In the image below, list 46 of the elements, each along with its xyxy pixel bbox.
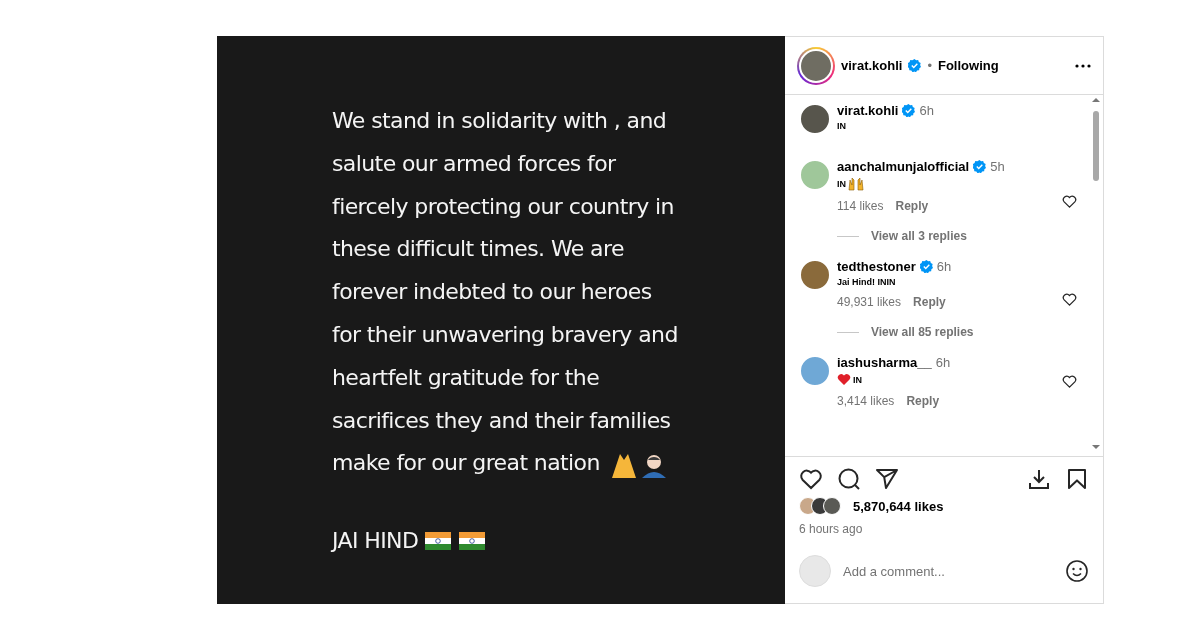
comment-likes[interactable]: 49,931 likes bbox=[837, 295, 902, 309]
comment-username[interactable]: virat.kohli bbox=[837, 103, 899, 118]
comment-time: 5h bbox=[990, 159, 1005, 174]
post-text: We stand in solidarity with , and salute our armed forces for fiercely protecting our country in these difficult times. We are forever indebted to our heroes for their unwavering bravery and heartfelt gratitude for the sacrifices they and their families make for our great nation bbox=[332, 100, 785, 486]
flag-icon bbox=[458, 529, 487, 552]
flag-icon bbox=[424, 529, 453, 552]
comment-likes[interactable]: 114 likes bbox=[837, 199, 884, 213]
share-icon[interactable] bbox=[875, 467, 899, 491]
comment-username[interactable]: iashusharma__ bbox=[837, 355, 932, 370]
more-options-icon[interactable] bbox=[1075, 63, 1091, 68]
heart-icon bbox=[837, 373, 851, 386]
view-replies-link[interactable]: View all 3 replies bbox=[871, 229, 967, 243]
comment-text: IN bbox=[837, 179, 846, 189]
like-icon bbox=[799, 467, 823, 491]
avatar bbox=[799, 555, 831, 587]
reply-link[interactable]: Reply bbox=[906, 394, 940, 408]
avatar[interactable] bbox=[797, 46, 835, 85]
comment-time: 6h bbox=[936, 259, 952, 274]
comment-text: IN bbox=[837, 121, 846, 131]
comment-time: 6h bbox=[919, 103, 934, 118]
raised-hands-icon bbox=[848, 177, 864, 191]
closing-text: JAI HIND bbox=[332, 528, 419, 554]
heart-icon bbox=[1062, 291, 1077, 307]
scroll-down-icon[interactable] bbox=[1091, 444, 1101, 450]
comment-time: 6h bbox=[935, 355, 951, 370]
separator: • bbox=[927, 58, 932, 73]
likes-count[interactable]: 5,870,644 likes bbox=[853, 498, 944, 514]
emoji-icon[interactable] bbox=[1065, 559, 1089, 583]
comment-icon[interactable] bbox=[837, 467, 861, 491]
reply-link[interactable]: Reply bbox=[913, 295, 946, 309]
comment-likes[interactable]: 3,414 likes bbox=[837, 394, 895, 408]
avatar-stack bbox=[799, 497, 841, 515]
heart-icon bbox=[1062, 374, 1077, 389]
scroll-up-icon[interactable] bbox=[1091, 97, 1101, 103]
comment-username[interactable]: aanchalmunjalofficial bbox=[837, 159, 970, 174]
view-replies-link[interactable]: View all 85 replies bbox=[871, 325, 974, 339]
reply-link[interactable]: Reply bbox=[895, 199, 929, 213]
comment-username[interactable]: tedthestoner bbox=[837, 259, 916, 274]
download-icon[interactable] bbox=[1027, 467, 1051, 491]
heart-icon bbox=[1062, 193, 1077, 209]
comment-text: IN bbox=[853, 374, 862, 385]
post-time: 6 hours ago bbox=[799, 522, 863, 536]
bookmark-icon[interactable] bbox=[1065, 467, 1089, 491]
comment-text: Jai Hind! ININ bbox=[837, 277, 896, 287]
username[interactable]: virat.kohli bbox=[841, 58, 903, 73]
following-label[interactable]: Following bbox=[938, 58, 999, 73]
